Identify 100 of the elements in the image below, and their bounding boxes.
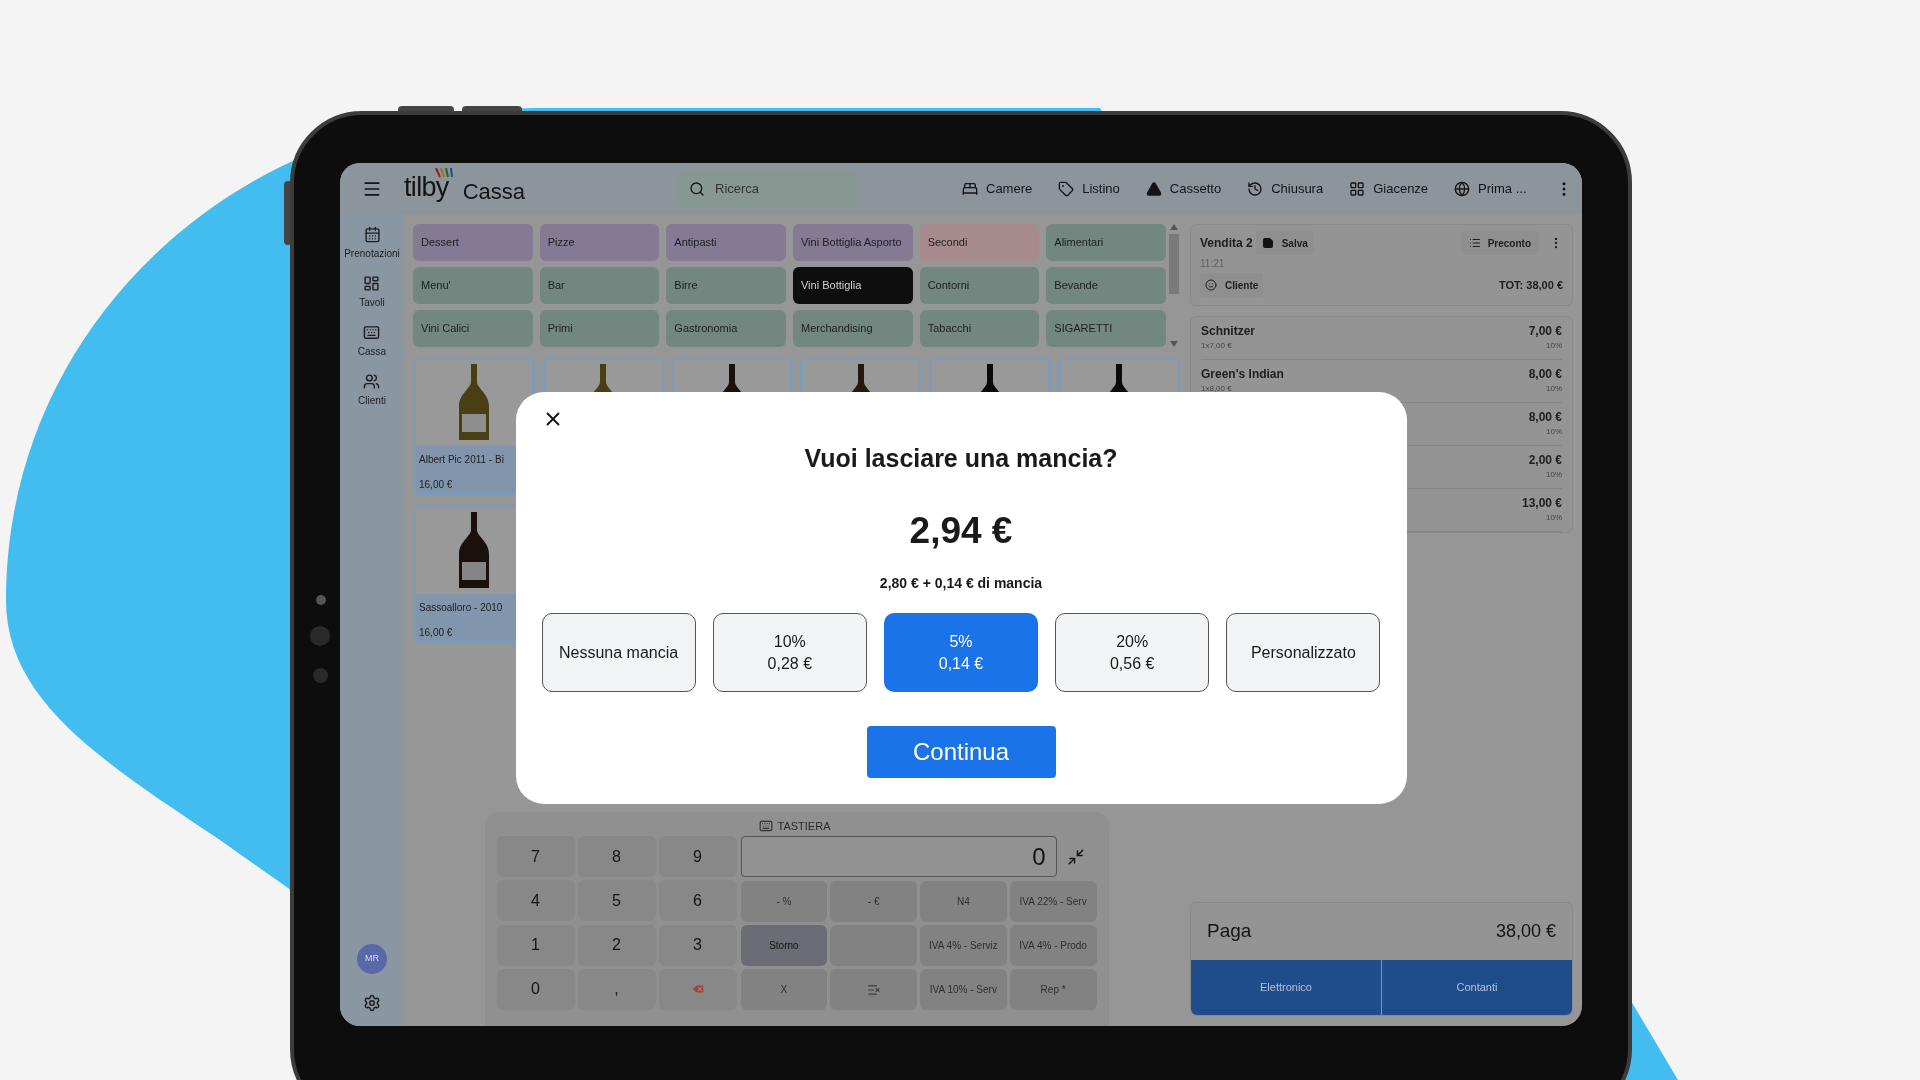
category-tile[interactable]: Antipasti — [666, 224, 786, 261]
search-field[interactable]: Ricerca — [677, 170, 858, 207]
collapse-icon[interactable] — [1066, 847, 1085, 866]
save-button[interactable]: Salva — [1255, 231, 1314, 255]
calendar-icon — [363, 226, 381, 243]
sidebar-item[interactable]: Clienti — [358, 373, 386, 408]
item-price: 8,00 € — [1528, 409, 1562, 426]
item-vat: 10% — [1546, 426, 1562, 438]
keypad-key[interactable]: 6 — [658, 880, 737, 922]
nav-button[interactable]: Giacenze — [1349, 178, 1429, 199]
dialog-title: Vuoi lasciare una mancia? — [803, 443, 1119, 470]
continue-button[interactable]: Continua — [866, 726, 1056, 778]
tip-option[interactable]: 5% 0,14 € — [883, 613, 1039, 692]
keypad-key[interactable]: 9 — [658, 836, 737, 877]
keypad-key[interactable]: 8 — [577, 836, 656, 877]
scroll-down-icon[interactable] — [1170, 341, 1178, 347]
user-avatar[interactable]: MR — [357, 944, 387, 974]
app-title: Cassa — [462, 181, 525, 203]
category-tile[interactable]: Vini Bottiglia — [793, 267, 913, 304]
settings-icon[interactable] — [363, 994, 381, 1012]
scroll-up-icon[interactable] — [1170, 224, 1178, 230]
keypad-key[interactable]: 4 — [496, 880, 575, 922]
item-vat: 10% — [1546, 512, 1562, 524]
category-tile[interactable]: Vini Bottiglia Asporto — [793, 224, 913, 261]
item-price: 13,00 € — [1521, 495, 1562, 512]
item-name: Green's Indian — [1201, 366, 1284, 383]
pay-amount: 38,00 € — [1495, 920, 1556, 943]
keypad-key[interactable]: 0 — [496, 968, 575, 1010]
users-icon — [363, 373, 381, 390]
category-tile[interactable]: Tabacchi — [919, 310, 1040, 347]
category-tile[interactable]: SIGARETTI — [1046, 310, 1166, 347]
product-name: Albert Pic 2011 - Bi — [418, 453, 505, 467]
keypad-key[interactable]: 7 — [496, 836, 575, 877]
triangle-icon — [1145, 180, 1162, 197]
bed-icon — [962, 180, 978, 197]
category-tile[interactable]: Birre — [666, 267, 786, 304]
category-tile[interactable]: Menu' — [413, 267, 533, 304]
nav-button[interactable]: Chiusura — [1247, 178, 1324, 199]
list-icon — [1468, 237, 1481, 249]
nav-button[interactable]: Prima ... — [1454, 178, 1527, 199]
nav-button[interactable]: Camere — [962, 178, 1033, 199]
keypad-key[interactable]: 5 — [577, 880, 656, 922]
category-tile[interactable]: Merchandising — [793, 310, 913, 347]
globe-icon — [1454, 180, 1471, 197]
tip-total: 2,94 € — [908, 509, 1014, 547]
order-title: Vendita 2 — [1200, 235, 1253, 252]
precheck-button[interactable]: Preconto — [1460, 231, 1539, 255]
product-name: Sassoalloro - 2010 — [418, 601, 504, 615]
sidebar-item[interactable]: Tavoli — [359, 275, 385, 310]
dashboard-icon — [363, 275, 381, 292]
logo: tilby — [404, 172, 449, 202]
tip-option[interactable]: 10% 0,28 € — [712, 613, 867, 692]
tip-option[interactable]: 20% 0,56 € — [1055, 613, 1210, 692]
clear-list-icon — [866, 982, 881, 997]
category-tile[interactable]: Pizze — [539, 224, 660, 261]
keypad-key[interactable]: 1 — [496, 924, 575, 966]
item-vat: 10% — [1546, 383, 1562, 395]
tag-icon — [1058, 180, 1075, 197]
order-total: TOT: 38,00 € — [1499, 277, 1563, 293]
item-detail: 1x7,00 € — [1201, 340, 1233, 352]
category-tile[interactable]: Vini Calici — [413, 310, 533, 347]
sidebar-item[interactable]: Cassa — [357, 324, 387, 359]
grid-icon — [1349, 180, 1366, 197]
item-name: Schnitzer — [1201, 323, 1255, 340]
payment-method-button[interactable]: Elettronico — [1191, 960, 1381, 1015]
category-tile[interactable]: Dessert — [413, 224, 533, 261]
keypad-key[interactable]: 3 — [658, 924, 737, 966]
payment-method-button[interactable]: Contanti — [1381, 960, 1572, 1015]
product-price: 16,00 € — [418, 626, 454, 640]
scrollbar-thumb[interactable] — [1169, 234, 1179, 294]
product-price: 16,00 € — [418, 478, 454, 492]
keypad-key[interactable]: 2 — [577, 924, 656, 966]
category-tile[interactable]: Bevande — [1046, 267, 1166, 304]
category-tile[interactable]: Contorni — [919, 267, 1040, 304]
category-tile[interactable]: Bar — [539, 267, 660, 304]
item-detail: 1x8,00 € — [1201, 383, 1233, 395]
amount-display[interactable]: 0 — [740, 836, 1057, 877]
pay-label: Paga — [1207, 919, 1252, 944]
category-tile[interactable]: Primi — [539, 310, 660, 347]
face-icon — [1205, 279, 1217, 291]
function-key[interactable]: Storno — [740, 925, 828, 966]
item-price: 8,00 € — [1528, 366, 1562, 383]
sidebar-item[interactable]: Prenotazioni — [344, 226, 400, 261]
customer-button[interactable]: Cliente — [1200, 273, 1264, 297]
item-price: 2,00 € — [1528, 452, 1562, 469]
tip-breakdown: 2,80 € + 0,14 € di mancia — [878, 574, 1044, 591]
nav-button[interactable]: Listino — [1058, 178, 1120, 199]
tip-option[interactable]: Personalizzato — [1226, 613, 1381, 692]
keypad-key[interactable]: , — [577, 968, 656, 1010]
nav-button[interactable]: Cassetto — [1145, 178, 1222, 199]
item-vat: 10% — [1546, 340, 1562, 352]
logo-stripes-icon — [434, 168, 456, 178]
keypad-label: TASTIERA — [777, 818, 831, 834]
category-tile[interactable]: Secondi — [919, 224, 1040, 261]
item-price: 7,00 € — [1528, 323, 1562, 340]
keyboard-icon — [758, 819, 773, 833]
tip-option[interactable]: Nessuna mancia — [541, 613, 696, 692]
keyboard-icon — [363, 324, 381, 341]
category-tile[interactable]: Gastronomia — [666, 310, 786, 347]
category-tile[interactable]: Alimentari — [1046, 224, 1166, 261]
